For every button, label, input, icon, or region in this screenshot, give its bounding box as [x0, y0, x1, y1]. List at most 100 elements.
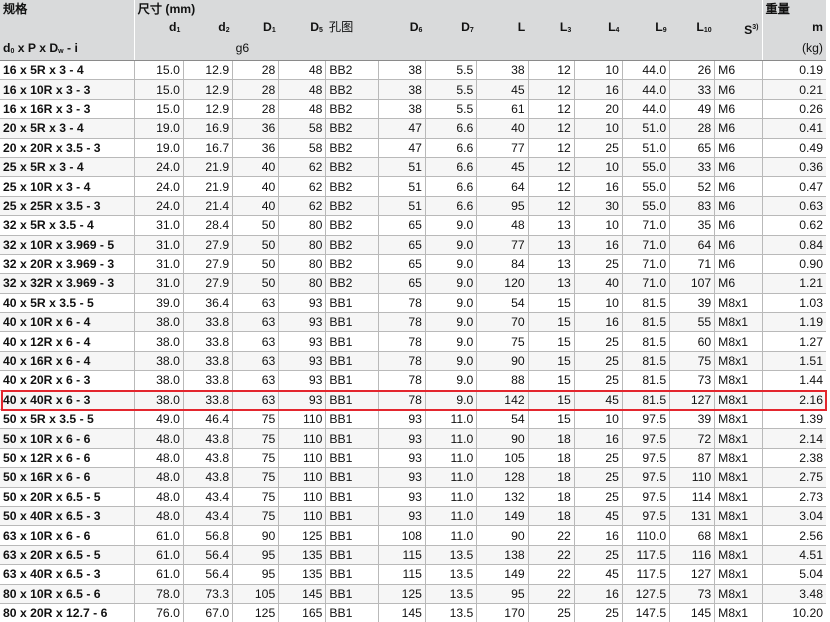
- value-cell: 62: [279, 177, 326, 196]
- value-cell: 27.9: [183, 274, 232, 293]
- value-cell: BB1: [326, 371, 378, 390]
- value-cell: 13.5: [425, 603, 476, 622]
- value-cell: 16: [574, 584, 622, 603]
- value-cell: 31.0: [134, 216, 183, 235]
- value-cell: 115: [378, 545, 425, 564]
- value-cell: 43.4: [183, 506, 232, 525]
- spec-cell: 16 x 10R x 3 - 3: [0, 80, 134, 99]
- value-cell: 78: [378, 332, 425, 351]
- value-cell: M6: [715, 254, 762, 273]
- value-cell: 40: [233, 157, 279, 176]
- value-cell: 9.0: [425, 235, 476, 254]
- value-cell: M6: [715, 80, 762, 99]
- value-cell: 48: [477, 216, 528, 235]
- value-cell: 61.0: [134, 545, 183, 564]
- value-cell: 0.21: [762, 80, 826, 99]
- value-cell: 97.5: [622, 448, 669, 467]
- spec-table-page: 规格 尺寸 (mm) 重量 d1 d2 D1 D5 孔图 D6 D7 L L3 …: [0, 0, 830, 589]
- value-cell: 38.0: [134, 332, 183, 351]
- value-cell: 55.0: [622, 196, 669, 215]
- value-cell: BB1: [326, 487, 378, 506]
- value-cell: 40: [233, 177, 279, 196]
- col-m: m: [762, 18, 826, 40]
- value-cell: 80: [279, 216, 326, 235]
- value-cell: 70: [477, 313, 528, 332]
- value-cell: 75: [233, 410, 279, 429]
- value-cell: 46.4: [183, 410, 232, 429]
- spec-cell: 50 x 16R x 6 - 6: [0, 468, 134, 487]
- col-hole-pattern: 孔图: [326, 18, 378, 40]
- value-cell: 40: [477, 119, 528, 138]
- value-cell: 65: [670, 138, 715, 157]
- value-cell: 13.5: [425, 584, 476, 603]
- value-cell: BB1: [326, 526, 378, 545]
- col-D1-tolerance: g6: [233, 40, 279, 61]
- value-cell: 131: [670, 506, 715, 525]
- value-cell: BB2: [326, 177, 378, 196]
- value-cell: 127: [670, 390, 715, 409]
- table-row: 50 x 12R x 6 - 648.043.875110BB19311.010…: [0, 448, 826, 467]
- value-cell: 48: [279, 99, 326, 118]
- spec-cell: 63 x 10R x 6 - 6: [0, 526, 134, 545]
- value-cell: 78: [378, 351, 425, 370]
- value-cell: M6: [715, 157, 762, 176]
- value-cell: 48.0: [134, 506, 183, 525]
- value-cell: 84: [477, 254, 528, 273]
- value-cell: 110: [670, 468, 715, 487]
- value-cell: M8x1: [715, 506, 762, 525]
- value-cell: 33.8: [183, 371, 232, 390]
- value-cell: 110: [279, 487, 326, 506]
- value-cell: 15.0: [134, 80, 183, 99]
- value-cell: 28.4: [183, 216, 232, 235]
- value-cell: 60: [670, 332, 715, 351]
- value-cell: 43.8: [183, 468, 232, 487]
- spec-cell: 20 x 5R x 3 - 4: [0, 119, 134, 138]
- table-row: 32 x 10R x 3.969 - 531.027.95080BB2659.0…: [0, 235, 826, 254]
- value-cell: 11.0: [425, 468, 476, 487]
- value-cell: 12: [528, 119, 574, 138]
- value-cell: 83: [670, 196, 715, 215]
- spec-cell: 16 x 5R x 3 - 4: [0, 61, 134, 80]
- value-cell: 15.0: [134, 99, 183, 118]
- value-cell: 38: [378, 99, 425, 118]
- value-cell: 65: [378, 216, 425, 235]
- value-cell: 95: [477, 196, 528, 215]
- table-row: 50 x 16R x 6 - 648.043.875110BB19311.012…: [0, 468, 826, 487]
- spec-cell: 50 x 40R x 6.5 - 3: [0, 506, 134, 525]
- value-cell: 51.0: [622, 138, 669, 157]
- value-cell: 38.0: [134, 313, 183, 332]
- value-cell: 55.0: [622, 157, 669, 176]
- value-cell: 63: [233, 293, 279, 312]
- value-cell: M6: [715, 235, 762, 254]
- value-cell: 49: [670, 99, 715, 118]
- value-cell: 2.14: [762, 429, 826, 448]
- table-row: 50 x 5R x 3.5 - 549.046.475110BB19311.05…: [0, 410, 826, 429]
- value-cell: 50: [233, 274, 279, 293]
- value-cell: 25: [574, 351, 622, 370]
- value-cell: 67.0: [183, 603, 232, 622]
- value-cell: 110: [279, 468, 326, 487]
- value-cell: 21.9: [183, 177, 232, 196]
- value-cell: M8x1: [715, 526, 762, 545]
- value-cell: 71.0: [622, 254, 669, 273]
- value-cell: 11.0: [425, 429, 476, 448]
- value-cell: 0.49: [762, 138, 826, 157]
- value-cell: 2.75: [762, 468, 826, 487]
- value-cell: 114: [670, 487, 715, 506]
- value-cell: 45: [574, 565, 622, 584]
- value-cell: M8x1: [715, 332, 762, 351]
- value-cell: M6: [715, 119, 762, 138]
- value-cell: 38: [378, 80, 425, 99]
- spec-cell: 80 x 10R x 6.5 - 6: [0, 584, 134, 603]
- value-cell: 28: [233, 80, 279, 99]
- value-cell: M8x1: [715, 351, 762, 370]
- value-cell: 48.0: [134, 487, 183, 506]
- value-cell: 47: [378, 119, 425, 138]
- value-cell: 55.0: [622, 177, 669, 196]
- col-L9: L9: [622, 18, 669, 40]
- value-cell: 63: [233, 371, 279, 390]
- spec-cell: 80 x 20R x 12.7 - 6: [0, 603, 134, 622]
- value-cell: 87: [670, 448, 715, 467]
- value-cell: 25: [574, 332, 622, 351]
- value-cell: 2.56: [762, 526, 826, 545]
